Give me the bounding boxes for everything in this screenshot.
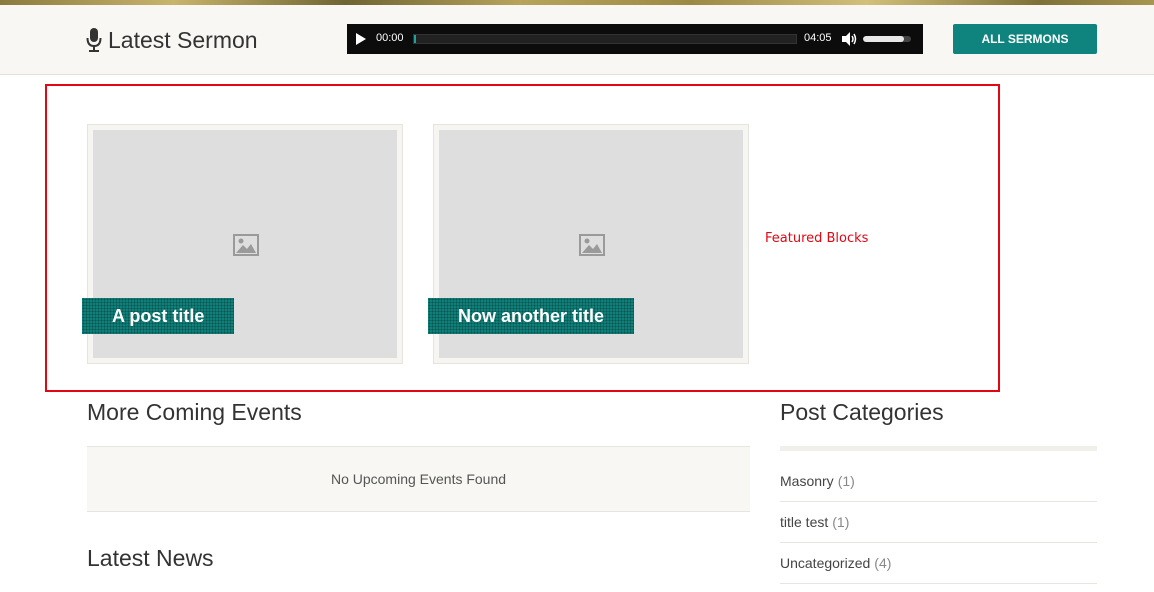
category-item: title test (1) (780, 502, 1097, 543)
audio-progress-fill (414, 35, 416, 43)
play-icon[interactable] (355, 32, 367, 46)
categories-divider (780, 446, 1097, 451)
duration-time: 04:05 (804, 32, 832, 44)
category-item: Uncategorized (4) (780, 543, 1097, 584)
category-count: (1) (837, 473, 855, 489)
category-item: Masonry (1) (780, 461, 1097, 502)
categories-heading: Post Categories (780, 399, 944, 425)
volume-icon[interactable] (841, 31, 857, 47)
microphone-icon (86, 28, 102, 52)
volume-slider[interactable] (863, 36, 911, 42)
events-empty-message: No Upcoming Events Found (330, 471, 507, 487)
featured-card-title[interactable]: A post title (82, 298, 235, 334)
featured-blocks-annotation: Featured Blocks (765, 231, 869, 246)
category-count: (1) (832, 514, 850, 530)
events-heading: More Coming Events (87, 399, 302, 425)
category-link[interactable]: title test (780, 514, 828, 530)
all-sermons-button[interactable]: ALL SERMONS (953, 24, 1097, 54)
events-empty-state: No Upcoming Events Found (87, 446, 750, 512)
latest-sermon-bar: Latest Sermon 00:00 04:05 ALL SERMONS (0, 5, 1154, 75)
featured-card-title[interactable]: Now another title (428, 298, 635, 334)
news-heading: Latest News (87, 545, 214, 571)
latest-sermon-title: Latest Sermon (86, 25, 258, 55)
category-count: (4) (874, 555, 892, 571)
current-time: 00:00 (376, 32, 404, 44)
volume-level (863, 36, 904, 42)
category-link[interactable]: Uncategorized (780, 555, 870, 571)
audio-progress-track[interactable] (413, 34, 797, 44)
image-placeholder-icon (579, 234, 605, 256)
audio-player: 00:00 04:05 (347, 24, 923, 54)
category-link[interactable]: Masonry (780, 473, 834, 489)
image-placeholder-icon (233, 234, 259, 256)
latest-sermon-label: Latest Sermon (108, 26, 258, 53)
